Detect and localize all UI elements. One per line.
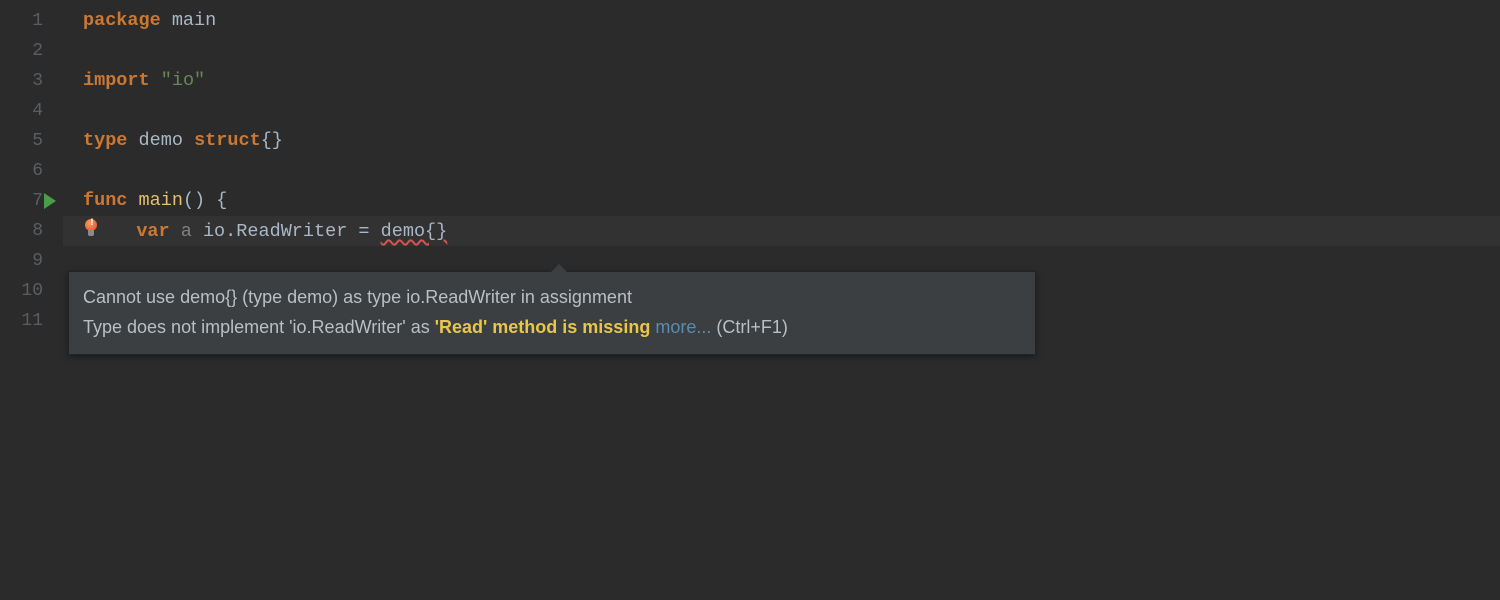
keyword-var: var	[136, 221, 169, 242]
equals: =	[358, 221, 369, 242]
tooltip-shortcut: (Ctrl+F1)	[711, 317, 788, 337]
tooltip-line-2: Type does not implement 'io.ReadWriter' …	[83, 312, 1021, 342]
gutter: 1 2 3 4 5 6 7 8 9 10 11	[0, 0, 63, 600]
error-tooltip: Cannot use demo{} (type demo) as type io…	[68, 271, 1036, 355]
line-number: 2	[0, 36, 63, 66]
import-string: "io"	[161, 70, 205, 91]
line-number: 8	[0, 216, 63, 246]
line-number: 1	[0, 6, 63, 36]
type-ref: ReadWriter	[236, 221, 347, 242]
code-line-3[interactable]: import "io"	[83, 66, 1500, 96]
intention-bulb-icon[interactable]: !	[83, 219, 99, 239]
package-ref: io	[203, 221, 225, 242]
keyword-package: package	[83, 10, 161, 31]
package-name: main	[172, 10, 216, 31]
tooltip-arrow	[551, 264, 567, 272]
open-brace: {	[216, 190, 227, 211]
tooltip-highlight: 'Read' method is missing	[435, 317, 651, 337]
type-identifier: demo	[139, 130, 183, 151]
code-line-1[interactable]: package main	[83, 6, 1500, 36]
line-number: 3	[0, 66, 63, 96]
code-line-5[interactable]: type demo struct{}	[83, 126, 1500, 156]
keyword-type: type	[83, 130, 127, 151]
keyword-import: import	[83, 70, 150, 91]
error-expression: demo{}	[381, 221, 448, 242]
line-number: 7	[0, 186, 63, 216]
keyword-struct: struct	[194, 130, 261, 151]
line-number: 11	[0, 306, 63, 336]
line-number: 4	[0, 96, 63, 126]
line-number: 6	[0, 156, 63, 186]
line-number: 9	[0, 246, 63, 276]
code-line-4[interactable]	[83, 96, 1500, 126]
parens: ()	[183, 190, 205, 211]
code-line-8[interactable]: ! var a io.ReadWriter = demo{}	[63, 216, 1500, 246]
run-gutter-icon[interactable]	[44, 193, 56, 209]
tooltip-line-1: Cannot use demo{} (type demo) as type io…	[83, 282, 1021, 312]
code-line-2[interactable]	[83, 36, 1500, 66]
line-number: 10	[0, 276, 63, 306]
func-name: main	[139, 190, 183, 211]
braces: {}	[261, 130, 283, 151]
line-number: 5	[0, 126, 63, 156]
code-line-7[interactable]: func main() {	[83, 186, 1500, 216]
tooltip-more-link[interactable]: more...	[655, 317, 711, 337]
code-line-6[interactable]	[83, 156, 1500, 186]
keyword-func: func	[83, 190, 127, 211]
var-name: a	[181, 221, 192, 242]
